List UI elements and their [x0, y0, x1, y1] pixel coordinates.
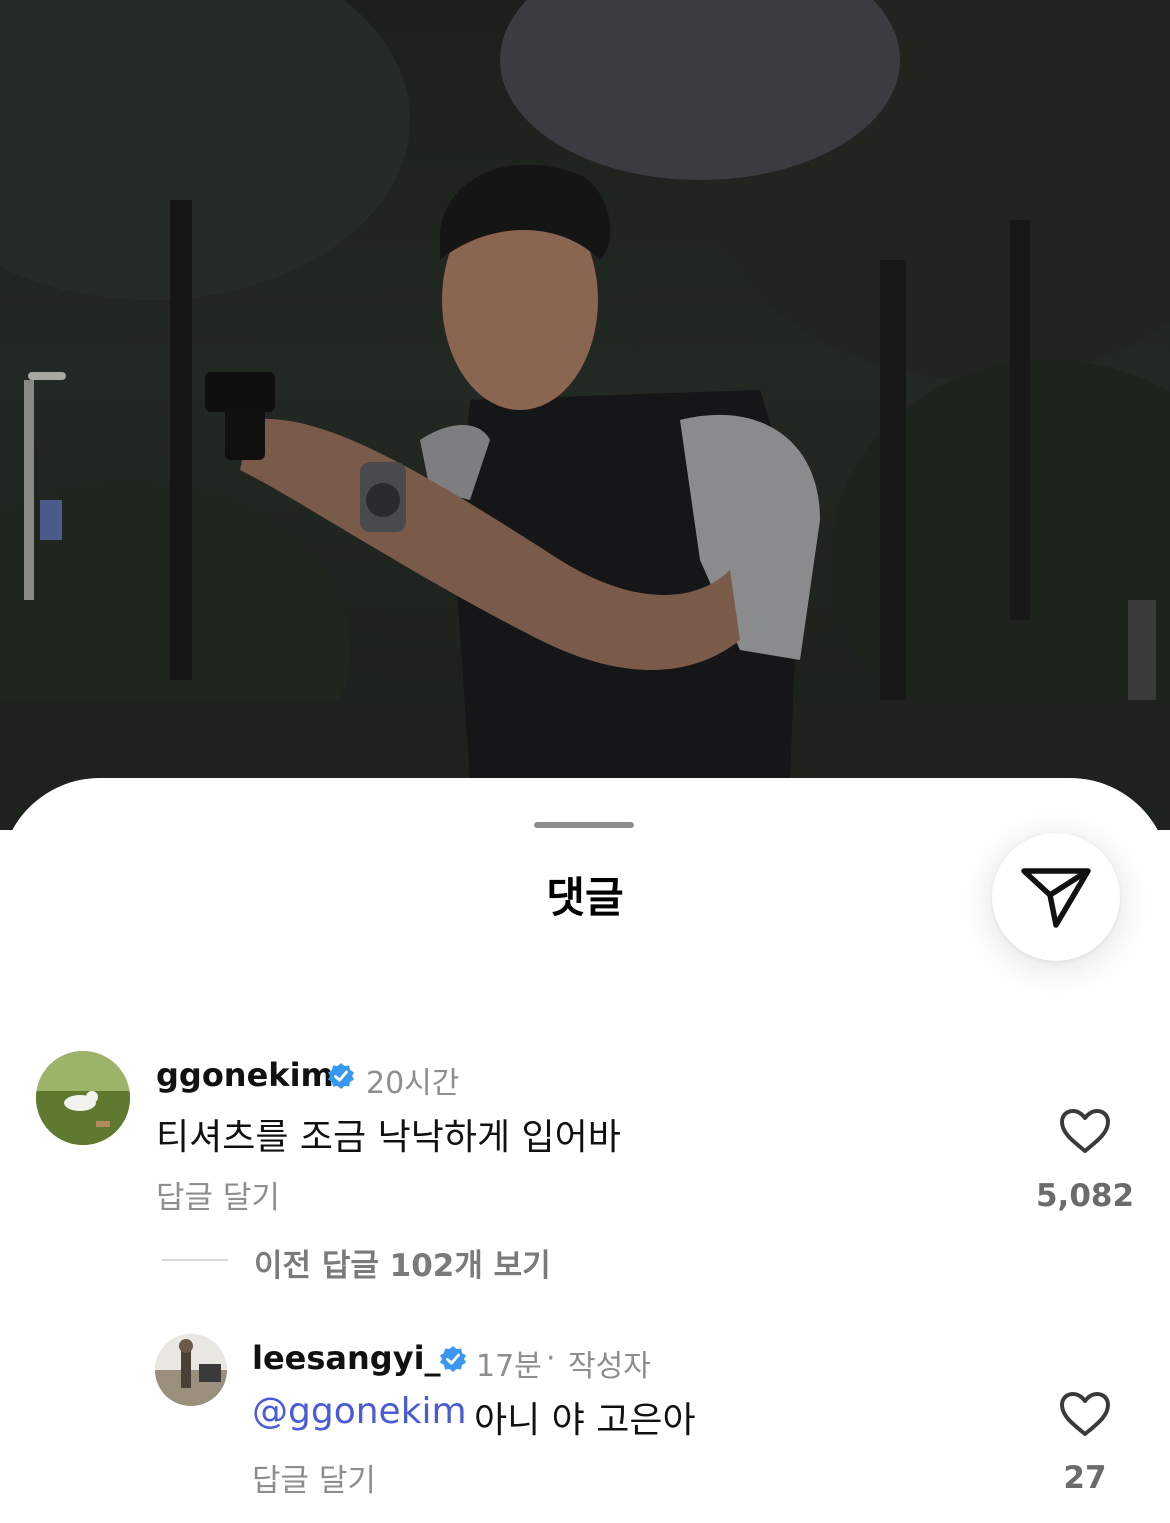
author-tag: 작성자: [568, 1349, 651, 1384]
comment-username[interactable]: leesangyi_: [252, 1339, 441, 1377]
share-button[interactable]: [992, 833, 1120, 961]
replies-divider: [162, 1259, 228, 1261]
screen: 댓글 ggonekim 20시간 티셔츠를 조금 낙낙하게 입어바 답글 달기 …: [0, 0, 1170, 1523]
post-photo: [0, 0, 1170, 830]
comment-text: 티셔츠를 조금 낙낙하게 입어바: [156, 1117, 621, 1158]
mention-link[interactable]: @ggonekim: [252, 1391, 467, 1432]
comment-time: 17분: [476, 1349, 542, 1384]
heart-icon[interactable]: [1059, 1391, 1111, 1437]
verified-badge-icon: [440, 1346, 466, 1372]
heart-icon[interactable]: [1059, 1108, 1111, 1154]
like-count: 5,082: [1035, 1178, 1135, 1214]
verified-badge-icon: [328, 1063, 354, 1089]
reply-button[interactable]: 답글 달기: [252, 1455, 376, 1500]
drag-handle[interactable]: [534, 822, 634, 828]
meta-separator: ·: [546, 1341, 556, 1376]
reply-button[interactable]: 답글 달기: [156, 1172, 280, 1217]
comment-time: 20시간: [366, 1066, 460, 1101]
like-count: 27: [1063, 1460, 1107, 1496]
avatar[interactable]: [36, 1051, 130, 1145]
avatar[interactable]: [155, 1334, 227, 1406]
comment-username[interactable]: ggonekim: [156, 1056, 334, 1094]
view-replies-button[interactable]: 이전 답글 102개 보기: [254, 1240, 551, 1285]
comment-text: 아니 야 고은아: [474, 1400, 696, 1441]
paper-plane-icon: [1021, 868, 1091, 928]
